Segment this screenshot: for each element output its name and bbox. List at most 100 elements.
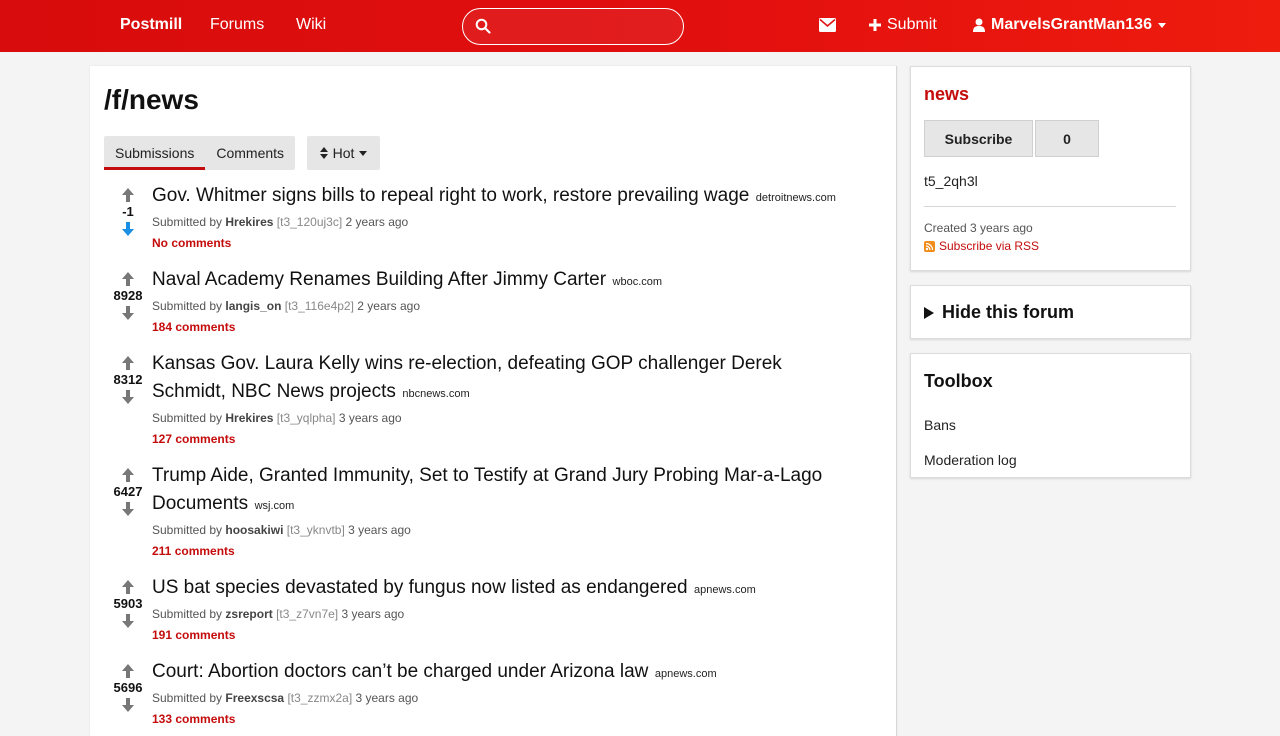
comments-link[interactable]: 191 comments (152, 627, 852, 643)
moderation-log-link[interactable]: Moderation log (924, 452, 1017, 468)
author-link[interactable]: zsreport (225, 607, 272, 621)
submission-title[interactable]: US bat species devastated by fungus now … (152, 577, 688, 598)
bans-link[interactable]: Bans (924, 417, 956, 433)
submission-domain[interactable]: wboc.com (613, 276, 663, 288)
hide-forum-label: Hide this forum (942, 302, 1075, 322)
score: 6427 (113, 484, 143, 499)
search-icon (475, 18, 491, 34)
upvote-icon[interactable] (121, 664, 135, 678)
submission-domain[interactable]: apnews.com (694, 584, 756, 596)
mail-icon[interactable] (819, 18, 836, 32)
subscribe-button[interactable]: Subscribe (924, 120, 1033, 157)
submission-meta: Submitted by zsreport [t3_z7vn7e] 3 year… (152, 606, 852, 622)
comments-link[interactable]: 184 comments (152, 319, 852, 335)
search-box (462, 8, 684, 45)
submission-title[interactable]: Naval Academy Renames Building After Jim… (152, 269, 606, 290)
username: MarvelsGrantMan136 (991, 16, 1152, 33)
submission-id: [t3_z7vn7e] (276, 607, 339, 621)
navbar: Postmill Forums Wiki Submit MarvelsGrant… (0, 0, 1280, 52)
vote-box: 6427 (108, 468, 148, 516)
vote-box: 8928 (108, 272, 148, 320)
downvote-icon[interactable] (121, 222, 135, 236)
caret-down-icon (1157, 22, 1166, 28)
vote-box: -1 (108, 188, 148, 236)
downvote-icon[interactable] (121, 390, 135, 404)
author-link[interactable]: Freexscsa (225, 691, 284, 705)
search-input[interactable] (499, 13, 675, 40)
toolbox-card: Toolbox Bans Moderation log (910, 353, 1191, 478)
submission-domain[interactable]: apnews.com (655, 668, 717, 680)
submission-meta: Submitted by Hrekires [t3_yqlpha] 3 year… (152, 410, 852, 426)
submission-id: [t3_120uj3c] (276, 215, 343, 229)
sort-icon (319, 147, 328, 159)
tab-submissions[interactable]: Submissions (104, 136, 206, 170)
submission-age: 3 years ago (338, 411, 402, 425)
submitted-by-label: Submitted by (152, 691, 223, 705)
downvote-icon[interactable] (121, 502, 135, 516)
comments-link[interactable]: No comments (152, 235, 852, 251)
score: 8312 (113, 372, 143, 387)
submission-age: 2 years ago (357, 299, 420, 313)
submission-domain[interactable]: wsj.com (255, 500, 295, 512)
tab-comments[interactable]: Comments (205, 136, 295, 170)
submission-body: Naval Academy Renames Building After Jim… (152, 266, 852, 335)
comments-link[interactable]: 127 comments (152, 431, 852, 447)
score: 5696 (113, 680, 143, 695)
submission-title[interactable]: Court: Abortion doctors can’t be charged… (152, 661, 648, 682)
submission-id: [t3_yqlpha] (276, 411, 336, 425)
sort-label: Hot (332, 145, 355, 161)
author-link[interactable]: hoosakiwi (225, 523, 283, 537)
submission-age: 3 years ago (341, 607, 405, 621)
rss-icon (924, 240, 935, 252)
sort-dropdown[interactable]: Hot (307, 136, 380, 170)
submission-body: Gov. Whitmer signs bills to repeal right… (152, 182, 852, 251)
submission-meta: Submitted by Freexscsa [t3_zzmx2a] 3 yea… (152, 690, 852, 706)
downvote-icon[interactable] (121, 614, 135, 628)
submitted-by-label: Submitted by (152, 523, 223, 537)
brand-link[interactable]: Postmill (120, 16, 182, 34)
submission-title[interactable]: Gov. Whitmer signs bills to repeal right… (152, 185, 749, 206)
submission-age: 3 years ago (348, 523, 411, 537)
vote-box: 8312 (108, 356, 148, 404)
submission-id: [t3_yknvtb] (286, 523, 345, 537)
nav-forums-link[interactable]: Forums (210, 16, 264, 34)
submission-age: 3 years ago (355, 691, 419, 705)
forum-id: t5_2qh3l (924, 173, 978, 189)
submission-age: 2 years ago (345, 215, 409, 229)
submission-domain[interactable]: detroitnews.com (756, 192, 836, 204)
submitted-by-label: Submitted by (152, 607, 223, 621)
score: 5903 (113, 596, 143, 611)
main-panel: /f/news Submissions Comments Hot -1 Gov. … (90, 66, 897, 736)
author-link[interactable]: langis_on (225, 299, 281, 313)
submission-domain[interactable]: nbcnews.com (402, 388, 469, 400)
upvote-icon[interactable] (121, 272, 135, 286)
author-link[interactable]: Hrekires (225, 411, 273, 425)
downvote-icon[interactable] (121, 698, 135, 712)
author-link[interactable]: Hrekires (225, 215, 273, 229)
upvote-icon[interactable] (121, 188, 135, 202)
user-menu[interactable]: MarvelsGrantMan136 (973, 16, 1166, 34)
submission-body: Court: Abortion doctors can’t be charged… (152, 658, 852, 727)
rss-link[interactable]: Subscribe via RSS (924, 239, 1039, 253)
user-icon (973, 18, 985, 32)
submit-link[interactable]: Submit (869, 16, 937, 34)
downvote-icon[interactable] (121, 306, 135, 320)
hide-forum-toggle[interactable]: Hide this forum (924, 302, 1074, 323)
submission-title[interactable]: Trump Aide, Granted Immunity, Set to Tes… (152, 465, 822, 514)
comments-link[interactable]: 211 comments (152, 543, 852, 559)
created-date: Created 3 years ago (924, 221, 1033, 235)
divider (924, 206, 1176, 207)
submission-body: Kansas Gov. Laura Kelly wins re-election… (152, 350, 852, 447)
upvote-icon[interactable] (121, 468, 135, 482)
forum-info-card: news Subscribe 0 t5_2qh3l Created 3 year… (910, 66, 1191, 271)
upvote-icon[interactable] (121, 580, 135, 594)
rss-label: Subscribe via RSS (939, 239, 1040, 253)
submission-meta: Submitted by hoosakiwi [t3_yknvtb] 3 yea… (152, 522, 852, 538)
upvote-icon[interactable] (121, 356, 135, 370)
nav-wiki-link[interactable]: Wiki (296, 16, 326, 34)
score: 8928 (113, 288, 143, 303)
submit-label: Submit (887, 16, 937, 33)
comments-link[interactable]: 133 comments (152, 711, 852, 727)
subscriber-count: 0 (1035, 120, 1099, 157)
forum-name-link[interactable]: news (924, 84, 969, 105)
